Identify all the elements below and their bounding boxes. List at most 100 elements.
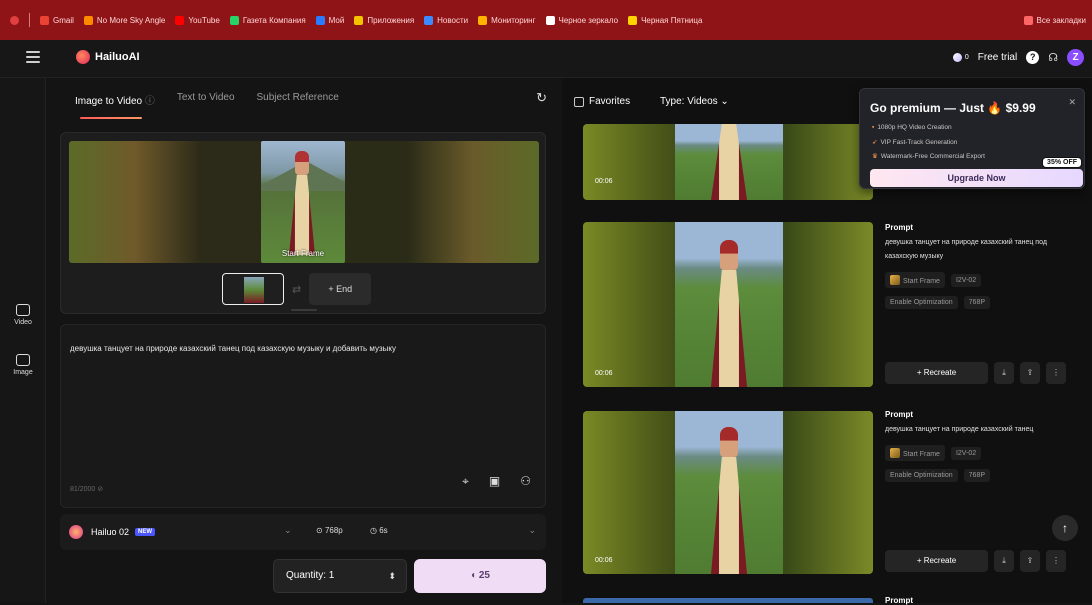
bookmarks-menu-icon[interactable]: [10, 15, 19, 25]
optimization-chip: Enable Optimization: [885, 296, 958, 309]
recreate-button[interactable]: + Recreate: [885, 362, 988, 384]
bookmark-item[interactable]: Черная Пятница: [628, 15, 702, 25]
generate-button[interactable]: ◖ 25: [414, 559, 546, 593]
recreate-button[interactable]: + Recreate: [885, 550, 988, 572]
bookmark-icon: [315, 15, 325, 25]
card-actions: + Recreate ⤓ ⇪ ⋮: [885, 362, 1066, 384]
start-frame-icon: [890, 448, 900, 458]
bookmark-item[interactable]: Черное зеркало: [545, 15, 619, 25]
download-icon[interactable]: ⤓: [994, 550, 1014, 572]
rail-label: Video: [14, 319, 32, 326]
bookmark-item[interactable]: No More Sky Angle: [83, 15, 165, 25]
prompt-text[interactable]: девушка танцует на природе казахский тан…: [70, 344, 396, 353]
swap-icon[interactable]: ⇄: [292, 283, 301, 296]
share-icon[interactable]: ⇪: [1020, 550, 1040, 572]
more-icon[interactable]: ⋮: [1046, 362, 1066, 384]
gmail-icon: [40, 15, 49, 25]
favorites-filter[interactable]: Favorites: [574, 96, 630, 107]
resize-handle[interactable]: [291, 309, 317, 311]
close-icon[interactable]: ✕: [1068, 97, 1076, 108]
video-thumbnail: [675, 124, 783, 200]
tab-text-to-video[interactable]: Text to Video: [177, 92, 235, 107]
chevron-down-icon[interactable]: ⌄: [284, 525, 292, 536]
video-duration: 00:06: [595, 178, 613, 185]
new-badge: NEW: [135, 528, 156, 536]
start-frame-image: Start Frame: [261, 141, 345, 263]
logo[interactable]: HailuoAI: [76, 50, 140, 64]
upgrade-now-button[interactable]: Upgrade Now: [870, 169, 1083, 187]
bookmark-icon: [354, 15, 364, 25]
duration-value: 6s: [379, 526, 388, 535]
location-icon[interactable]: ⌖: [462, 474, 469, 489]
type-filter[interactable]: Type: Videos ⌄: [660, 96, 729, 107]
bookmark-icon: [83, 15, 93, 25]
bookmark-item[interactable]: Все закладки: [1023, 15, 1086, 25]
share-icon[interactable]: ⇪: [1020, 362, 1040, 384]
tab-image-to-video[interactable]: Image to Video ⓘ: [75, 92, 155, 107]
prompt-text: девушка танцует на природе казахский тан…: [885, 239, 1047, 260]
refresh-icon[interactable]: ↻: [536, 90, 547, 106]
video-card[interactable]: 00:06: [583, 411, 873, 574]
credits[interactable]: 0: [952, 53, 969, 62]
bookmark-label: Черное зеркало: [558, 15, 619, 25]
chevron-down-icon[interactable]: ⌄: [528, 525, 536, 536]
menu-icon[interactable]: [26, 51, 40, 63]
video-card[interactable]: 00:06: [583, 222, 873, 387]
frame-thumbnails: ⇄ + End: [222, 273, 372, 305]
resolution-chip: 768P: [963, 469, 991, 482]
model-selector[interactable]: Hailuo 02 NEW ⌄ ⊙ 768p ◷ 6s ⌄: [60, 514, 546, 550]
rail-item-video[interactable]: Video: [0, 304, 46, 326]
crown-icon: ♛: [872, 153, 878, 160]
bookmark-item[interactable]: Газета Компания: [229, 15, 306, 25]
prompt-input[interactable]: девушка танцует на природе казахский тан…: [60, 324, 546, 508]
video-card[interactable]: [583, 598, 873, 603]
download-icon[interactable]: ⤓: [994, 362, 1014, 384]
bookmark-label: YouTube: [188, 15, 220, 25]
generate-cost: 25: [478, 570, 490, 581]
add-end-frame-button[interactable]: + End: [309, 273, 372, 305]
video-meta: Prompt девушка танцует на природе казахс…: [885, 410, 1081, 482]
bookmark-item[interactable]: Gmail: [40, 15, 74, 25]
free-trial-link[interactable]: Free trial: [978, 52, 1017, 63]
more-icon[interactable]: ⋮: [1046, 550, 1066, 572]
help-icon[interactable]: ?: [1026, 51, 1040, 64]
character-icon[interactable]: ⚇: [520, 474, 531, 489]
favorites-checkbox[interactable]: [574, 96, 584, 107]
tab-label: Image to Video: [75, 96, 143, 107]
type-label: Type: Videos: [660, 96, 718, 107]
quantity-stepper[interactable]: Quantity: 1 ⬍: [273, 559, 407, 593]
favorites-label: Favorites: [589, 96, 631, 107]
start-frame-chip: Start Frame: [885, 445, 945, 461]
chip-label: Start Frame: [903, 278, 940, 285]
image-icon: [16, 354, 30, 366]
bookmark-label: Приложения: [367, 15, 415, 25]
bookmark-item[interactable]: Приложения: [354, 15, 415, 25]
headset-icon[interactable]: ☊: [1048, 51, 1058, 64]
bookmark-label: Новости: [437, 15, 469, 25]
video-card[interactable]: 00:06: [583, 124, 873, 200]
promo-title: Go premium — Just 🔥 $9.99: [870, 101, 1036, 115]
clear-icon[interactable]: ⊘: [97, 486, 103, 493]
bookmark-icon: [229, 15, 239, 25]
rail-item-image[interactable]: Image: [0, 354, 46, 376]
frame-upload-area[interactable]: Start Frame ⇄ + End: [60, 132, 546, 314]
feature-label: Watermark-Free Commercial Export: [880, 153, 985, 160]
bookmark-item[interactable]: Мониторинг: [478, 15, 536, 25]
bookmark-icon: [478, 15, 488, 25]
info-icon: ⓘ: [144, 96, 155, 107]
video-meta: Prompt девушка танцует на природе казахс…: [885, 223, 1081, 309]
bookmark-label: Все закладки: [1036, 15, 1086, 25]
bookmark-item[interactable]: Новости: [424, 15, 469, 25]
bookmark-item[interactable]: Мой: [315, 15, 344, 25]
start-frame-icon: [890, 275, 900, 285]
start-frame-thumb[interactable]: [222, 273, 284, 305]
media-icon[interactable]: ▣: [489, 474, 500, 489]
tab-subject-reference[interactable]: Subject Reference: [257, 92, 339, 107]
avatar[interactable]: Z: [1067, 49, 1084, 66]
scroll-to-top-button[interactable]: ↑: [1052, 515, 1078, 541]
resolution-setting[interactable]: ⊙ 768p: [316, 526, 343, 535]
bookmark-item[interactable]: YouTube: [175, 15, 220, 25]
duration-setting[interactable]: ◷ 6s: [370, 526, 388, 535]
stepper-arrows-icon[interactable]: ⬍: [388, 560, 396, 592]
rocket-icon: ➶: [872, 139, 878, 146]
